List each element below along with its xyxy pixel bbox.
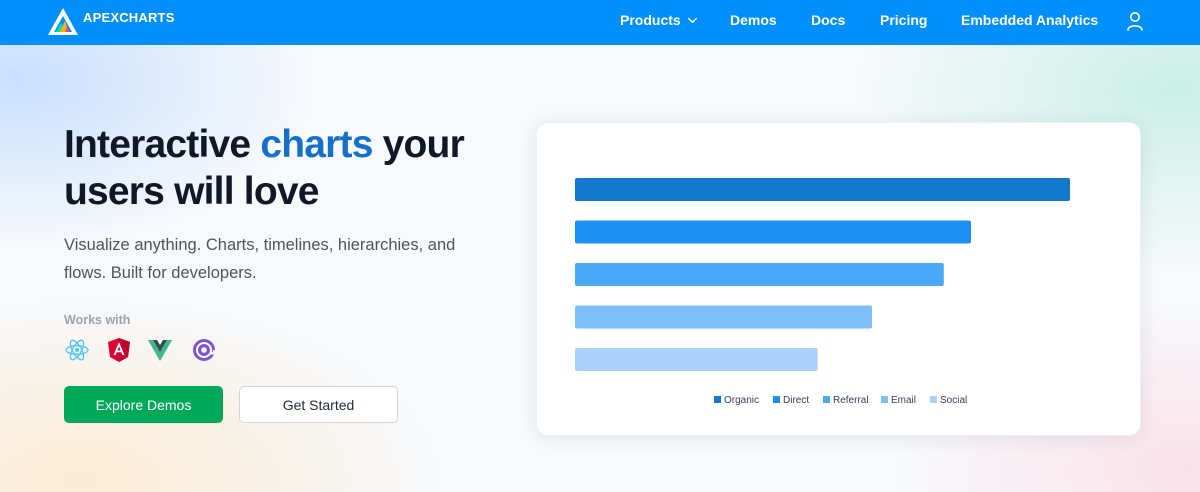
legend-item-social[interactable]: Social [930,395,967,406]
bar-social[interactable] [575,348,818,371]
bar-direct[interactable] [575,220,971,244]
top-navbar: APEXCHARTS Products Demos Docs Pricing E… [0,0,1200,45]
legend-label: Organic [724,395,759,406]
bar-organic[interactable] [575,178,1070,201]
legend-marker [881,396,888,403]
get-started-button[interactable]: Get Started [239,386,398,423]
bar-chart: Organic Direct Referral Email Social [575,178,1070,406]
nav-pricing[interactable]: Pricing [880,12,927,28]
works-with-label: Works with [64,313,131,327]
legend-marker [930,396,937,403]
angular-icon [108,338,130,362]
legend-label: Social [940,395,967,406]
bar-email[interactable] [575,305,872,329]
legend-marker [714,396,721,403]
user-icon[interactable] [1126,11,1144,31]
hero-title-part1: Interactive [64,123,261,166]
blazor-icon [193,339,215,361]
legend-item-direct[interactable]: Direct [773,395,809,406]
bar-referral[interactable] [575,263,944,286]
legend-item-email[interactable]: Email [881,395,916,406]
legend-item-referral[interactable]: Referral [823,395,869,406]
react-icon [65,339,89,361]
legend-label: Referral [833,395,869,406]
chevron-down-icon [687,17,697,23]
nav-docs[interactable]: Docs [811,12,845,28]
hero-title: Interactive charts your users will love [64,121,504,215]
legend-marker [823,396,830,403]
chart-card: Organic Direct Referral Email Social [536,122,1141,436]
nav-products-label: Products [620,12,681,28]
legend-marker [773,396,780,403]
hero-title-accent: charts [260,123,373,166]
legend-item-organic[interactable]: Organic [714,395,759,406]
legend-label: Direct [783,395,809,406]
nav-links: Products Demos Docs Pricing Embedded Ana… [0,0,1200,45]
explore-demos-button[interactable]: Explore Demos [64,386,223,423]
hero-subtitle: Visualize anything. Charts, timelines, h… [64,236,456,282]
nav-products[interactable]: Products [620,12,698,28]
nav-embedded-analytics[interactable]: Embedded Analytics [961,12,1098,28]
nav-demos[interactable]: Demos [730,12,777,28]
legend-label: Email [891,395,916,406]
vue-icon [148,340,172,361]
